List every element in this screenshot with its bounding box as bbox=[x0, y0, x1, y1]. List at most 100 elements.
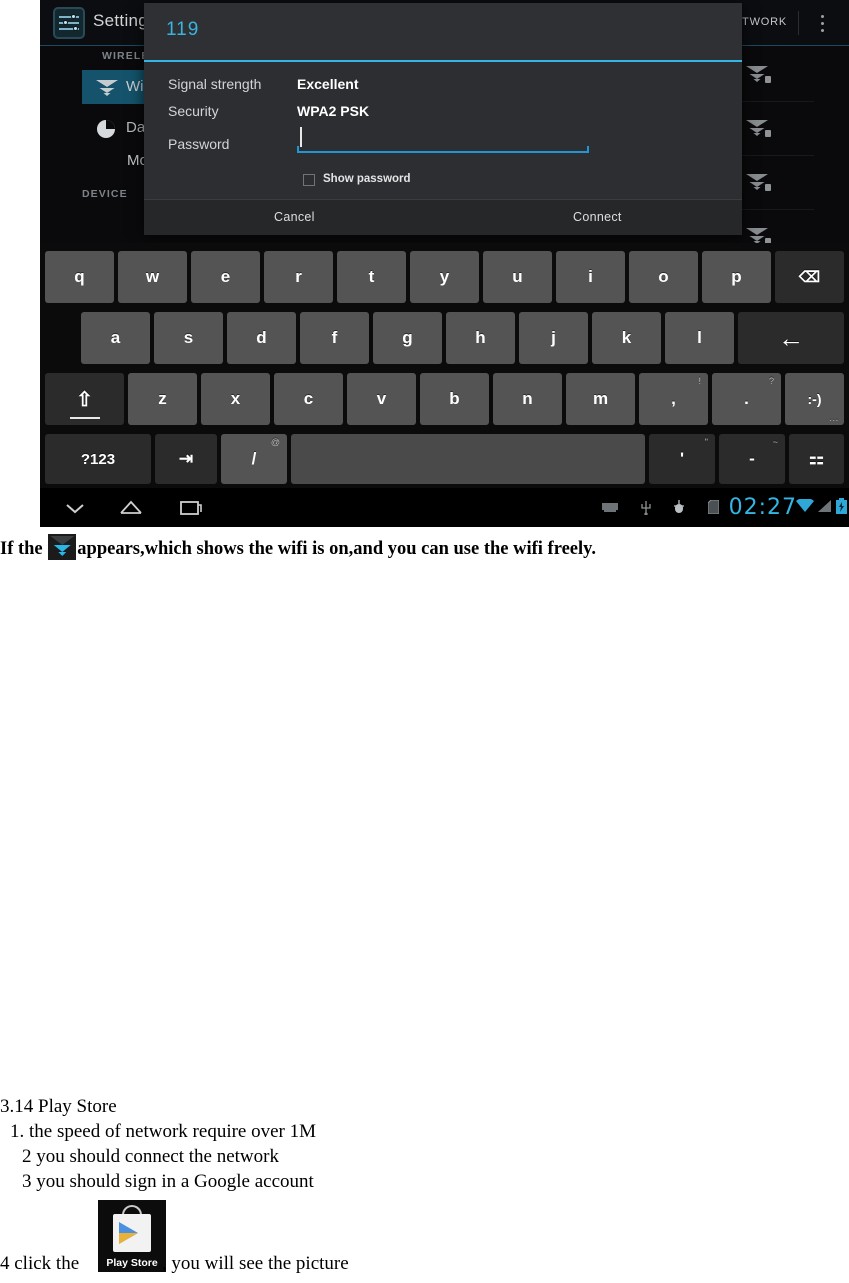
system-navigation-bar: 02:27 bbox=[40, 488, 849, 527]
input-underline bbox=[297, 146, 589, 153]
key-v[interactable]: v bbox=[347, 373, 416, 425]
shift-underline bbox=[69, 417, 100, 419]
password-label: Password bbox=[168, 136, 230, 152]
key-i[interactable]: i bbox=[556, 251, 625, 303]
section-title: 3.14 Play Store bbox=[0, 1096, 117, 1117]
key-m[interactable]: m bbox=[566, 373, 635, 425]
key-l[interactable]: l bbox=[665, 312, 734, 364]
caption-text-before: If the bbox=[0, 539, 43, 559]
dialog-footer: Cancel Connect bbox=[144, 199, 742, 235]
keyboard-icon bbox=[602, 500, 618, 518]
key-z[interactable]: z bbox=[128, 373, 197, 425]
shift-key[interactable]: ⇧ bbox=[45, 373, 124, 425]
lock-icon bbox=[765, 130, 771, 137]
key-apostrophe-label: ' bbox=[679, 449, 685, 468]
usb-debug-icon bbox=[672, 500, 686, 520]
connect-button[interactable]: Connect bbox=[573, 210, 622, 224]
key-h[interactable]: h bbox=[446, 312, 515, 364]
usb-icon bbox=[640, 500, 652, 520]
home-icon[interactable] bbox=[118, 497, 144, 519]
key-x[interactable]: x bbox=[201, 373, 270, 425]
show-password-checkbox[interactable] bbox=[303, 174, 315, 186]
cancel-button[interactable]: Cancel bbox=[274, 210, 315, 224]
key-period-label: . bbox=[744, 389, 749, 408]
sidebar-section-device: DEVICE bbox=[82, 188, 128, 200]
data-usage-icon bbox=[97, 120, 115, 138]
final-text-before: 4 click the bbox=[0, 1253, 80, 1274]
wifi-icon bbox=[796, 497, 814, 518]
emoticon-label: :-) bbox=[807, 391, 822, 407]
wifi-status-icon bbox=[48, 534, 77, 560]
caption-text-after: appears,which shows the wifi is on,and y… bbox=[77, 539, 597, 559]
key-slash[interactable]: @ / bbox=[221, 434, 287, 484]
wifi-network-row[interactable] bbox=[740, 156, 814, 210]
key-comma[interactable]: ! , bbox=[639, 373, 708, 425]
onscreen-keyboard: q w e r t y u i o p ⌫ a s d f g h j k l … bbox=[40, 243, 849, 488]
key-g[interactable]: g bbox=[373, 312, 442, 364]
show-password-label: Show password bbox=[323, 173, 411, 185]
action-bar-divider bbox=[798, 11, 799, 35]
wifi-icon bbox=[96, 80, 118, 96]
key-a[interactable]: a bbox=[81, 312, 150, 364]
symbols-key[interactable]: ?123 bbox=[45, 434, 151, 484]
key-comma-label: , bbox=[671, 389, 676, 408]
signal-icon bbox=[817, 499, 832, 518]
key-p[interactable]: p bbox=[702, 251, 771, 303]
security-label: Security bbox=[168, 103, 219, 119]
wifi-network-row[interactable] bbox=[740, 48, 814, 102]
tab-key[interactable]: ⇥ bbox=[155, 434, 217, 484]
text-cursor bbox=[300, 127, 302, 147]
step-item: 1. the speed of network require over 1M bbox=[10, 1121, 317, 1142]
key-dash[interactable]: ~ - bbox=[719, 434, 785, 484]
key-f[interactable]: f bbox=[300, 312, 369, 364]
key-apostrophe-alt: " bbox=[704, 437, 708, 447]
settings-sliders-icon bbox=[53, 7, 85, 39]
key-n[interactable]: n bbox=[493, 373, 562, 425]
key-dash-label: - bbox=[749, 449, 755, 468]
play-triangle-bottom bbox=[119, 1233, 138, 1244]
key-s[interactable]: s bbox=[154, 312, 223, 364]
key-t[interactable]: t bbox=[337, 251, 406, 303]
final-text-after: , you will see the picture bbox=[161, 1253, 349, 1274]
keyboard-settings-key[interactable]: ⚏ bbox=[789, 434, 844, 484]
hide-keyboard-icon[interactable] bbox=[62, 497, 88, 519]
battery-charging-icon bbox=[836, 498, 847, 519]
wifi-icon bbox=[746, 120, 771, 137]
key-comma-alt: ! bbox=[698, 376, 701, 386]
key-slash-label: / bbox=[251, 449, 257, 468]
key-w[interactable]: w bbox=[118, 251, 187, 303]
space-key[interactable] bbox=[291, 434, 645, 484]
wifi-network-row[interactable] bbox=[740, 102, 814, 156]
key-q[interactable]: q bbox=[45, 251, 114, 303]
lock-icon bbox=[765, 76, 771, 83]
recents-icon[interactable] bbox=[178, 497, 204, 519]
key-b[interactable]: b bbox=[420, 373, 489, 425]
caption-line: If the appears,which shows the wifi is o… bbox=[0, 534, 596, 560]
key-d[interactable]: d bbox=[227, 312, 296, 364]
emoticon-key[interactable]: :-) ... bbox=[785, 373, 844, 425]
enter-key[interactable]: ← bbox=[738, 312, 844, 364]
key-j[interactable]: j bbox=[519, 312, 588, 364]
key-r[interactable]: r bbox=[264, 251, 333, 303]
key-k[interactable]: k bbox=[592, 312, 661, 364]
key-period[interactable]: ? . bbox=[712, 373, 781, 425]
key-e[interactable]: e bbox=[191, 251, 260, 303]
lock-icon bbox=[765, 184, 771, 191]
wifi-icon bbox=[746, 174, 771, 191]
wifi-connect-dialog: 119 Signal strength Excellent Security W… bbox=[144, 3, 742, 235]
overflow-menu-icon[interactable] bbox=[815, 13, 831, 35]
key-apostrophe[interactable]: " ' bbox=[649, 434, 715, 484]
key-u[interactable]: u bbox=[483, 251, 552, 303]
password-input[interactable] bbox=[297, 125, 589, 153]
key-period-alt: ? bbox=[768, 376, 774, 386]
key-y[interactable]: y bbox=[410, 251, 479, 303]
status-clock: 02:27 bbox=[728, 495, 797, 520]
key-slash-alt: @ bbox=[270, 437, 280, 447]
key-o[interactable]: o bbox=[629, 251, 698, 303]
shift-arrow-icon: ⇧ bbox=[76, 388, 93, 411]
dialog-body: Signal strength Excellent Security WPA2 … bbox=[144, 62, 742, 199]
step-item: 2 you should connect the network bbox=[22, 1146, 279, 1167]
key-c[interactable]: c bbox=[274, 373, 343, 425]
backspace-key[interactable]: ⌫ bbox=[775, 251, 844, 303]
final-instruction-line: 4 click the , you will see the picture bbox=[0, 1253, 349, 1275]
